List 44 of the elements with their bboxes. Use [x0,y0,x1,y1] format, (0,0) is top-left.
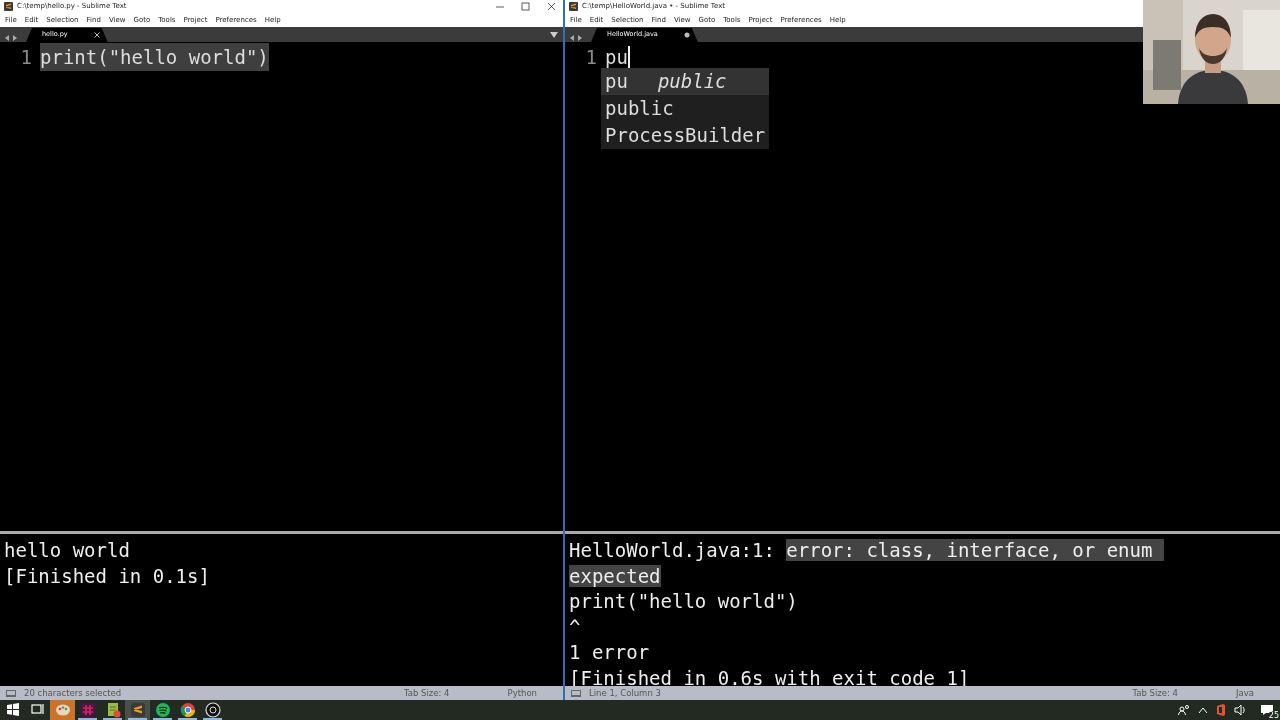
autocomplete-item[interactable]: ProcessBuilder [601,122,770,149]
autocomplete-item[interactable]: public [601,95,770,122]
syntax-indicator[interactable]: Java [1236,686,1254,700]
app-icon [4,2,13,11]
office-icon[interactable] [1216,704,1226,716]
code-line: pu [605,44,628,70]
autocomplete-item[interactable]: pu public [601,68,770,95]
tab-size-indicator[interactable]: Tab Size: 4 [1132,686,1179,700]
nav-arrows-icon[interactable] [4,34,18,42]
volume-icon[interactable] [1234,704,1246,716]
tab-size-indicator[interactable]: Tab Size: 4 [404,686,450,700]
line-number: 1 [19,44,33,70]
notification-count: 25 [1267,711,1280,720]
output-text: [Finished in 0.1s] [4,564,210,587]
status-message: 20 characters selected [24,686,123,700]
dropdown-icon[interactable] [550,31,558,38]
browser-icon [178,701,197,719]
close-icon[interactable] [93,32,100,38]
nav-arrows-icon[interactable] [569,34,583,42]
taskbar-button[interactable] [100,700,125,720]
output-text: print("hello world") [569,590,798,612]
taskbar-button[interactable] [175,700,200,720]
panel-icon[interactable] [571,689,581,697]
taskbar-button[interactable] [75,700,100,720]
editor-icon [128,701,147,719]
people-icon[interactable] [1178,704,1190,716]
app-icon [569,2,578,11]
taskbar-button[interactable] [200,700,225,720]
hash-icon [78,701,97,719]
output-text: hello world [4,539,130,561]
output-text: ^ [569,615,581,638]
line-number: 1 [584,44,598,70]
output-text: 1 error [569,641,650,663]
chevron-up-icon[interactable] [1198,706,1208,714]
syntax-indicator[interactable]: Python [507,686,537,700]
completion-hint: public [657,69,727,95]
music-icon [153,701,172,719]
panel-icon[interactable] [6,689,16,697]
output-text: HelloWorld.java:1: [569,539,776,561]
status-message: Line 1, Column 3 [589,686,662,700]
highlighted-output-text: error: class, interface, or enum [786,539,1164,561]
highlighted-output-text: expected [569,564,661,587]
taskbar-button[interactable] [150,700,175,720]
aperture-icon [203,701,222,719]
